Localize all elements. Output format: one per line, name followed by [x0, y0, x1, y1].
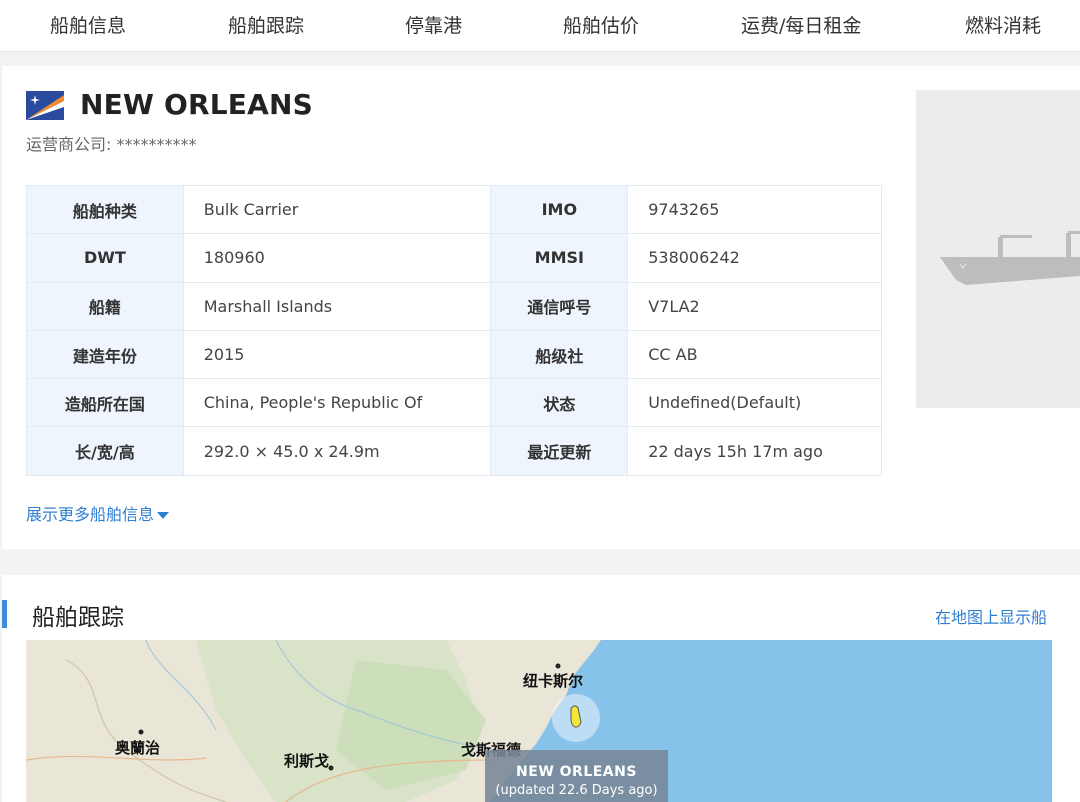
tab-freight-daily-hire[interactable]: 运费/每日租金	[741, 0, 861, 52]
table-row: 长/宽/高 292.0 × 45.0 x 24.9m 最近更新 22 days …	[26, 426, 882, 476]
table-key: 状态	[490, 378, 629, 428]
table-key: 船级社	[490, 329, 629, 380]
map-city-label: 奥蘭治	[115, 739, 161, 757]
table-row: 船舶种类 Bulk Carrier IMO 9743265	[26, 184, 882, 235]
table-value: CC AB	[627, 329, 882, 380]
map-city-label: 纽卡斯尔	[523, 672, 584, 690]
table-row: 建造年份 2015 船级社 CC AB	[26, 329, 882, 380]
table-row: 船籍 Marshall Islands 通信呼号 V7LA2	[26, 281, 882, 331]
table-key: DWT	[26, 233, 184, 283]
tracking-section-title: 船舶跟踪	[32, 605, 124, 631]
table-key: IMO	[490, 184, 629, 235]
tab-ports-of-call[interactable]: 停靠港	[405, 0, 462, 52]
tooltip-ship-name: NEW ORLEANS	[516, 764, 637, 780]
table-key: 最近更新	[490, 426, 629, 476]
tab-ship-valuation[interactable]: 船舶估价	[563, 0, 639, 52]
tab-ship-tracking[interactable]: 船舶跟踪	[228, 0, 304, 52]
ship-name-heading: NEW ORLEANS	[80, 88, 313, 121]
top-navigation: 船舶信息 船舶跟踪 停靠港 船舶估价 运费/每日租金 燃料消耗	[0, 0, 1080, 52]
table-key: MMSI	[490, 233, 629, 283]
table-value: 9743265	[627, 184, 882, 235]
table-value: 292.0 × 45.0 x 24.9m	[182, 426, 492, 476]
ship-photo-placeholder	[916, 90, 1080, 408]
show-more-info-link[interactable]: 展示更多船舶信息	[26, 501, 170, 525]
table-key: 建造年份	[26, 329, 184, 380]
table-value: 22 days 15h 17m ago	[627, 426, 882, 476]
table-key: 船籍	[26, 281, 184, 331]
table-row: DWT 180960 MMSI 538006242	[26, 233, 882, 283]
ship-position-tooltip: NEW ORLEANS (updated 22.6 Days ago)	[485, 750, 668, 802]
table-row: 造船所在国 China, People's Republic Of 状态 Und…	[26, 378, 882, 428]
table-value: Marshall Islands	[182, 281, 492, 331]
table-key: 通信呼号	[490, 281, 629, 331]
show-on-map-link[interactable]: 在地图上显示船	[935, 604, 1047, 628]
ship-info-table: 船舶种类 Bulk Carrier IMO 9743265 DWT 180960…	[26, 184, 882, 476]
table-key: 造船所在国	[26, 378, 184, 428]
table-value: 2015	[182, 329, 492, 380]
operator-company: 运营商公司: **********	[26, 135, 197, 154]
table-value: Bulk Carrier	[182, 184, 492, 235]
caret-down-icon	[157, 512, 170, 519]
tab-fuel-consumption[interactable]: 燃料消耗	[965, 0, 1041, 52]
section-accent-bar	[2, 600, 7, 628]
tab-ship-info[interactable]: 船舶信息	[50, 0, 126, 52]
table-value: V7LA2	[627, 281, 882, 331]
table-value: Undefined(Default)	[627, 378, 882, 428]
ship-silhouette-icon	[940, 231, 1080, 285]
table-key: 船舶种类	[26, 184, 184, 235]
table-value: 538006242	[627, 233, 882, 283]
marshall-islands-flag-icon	[26, 91, 64, 120]
show-more-label: 展示更多船舶信息	[26, 505, 155, 524]
map-city-label: 利斯戈	[284, 752, 330, 770]
table-value: 180960	[182, 233, 492, 283]
table-key: 长/宽/高	[26, 426, 184, 476]
table-value: China, People's Republic Of	[182, 378, 492, 428]
tooltip-updated: (updated 22.6 Days ago)	[495, 783, 658, 798]
